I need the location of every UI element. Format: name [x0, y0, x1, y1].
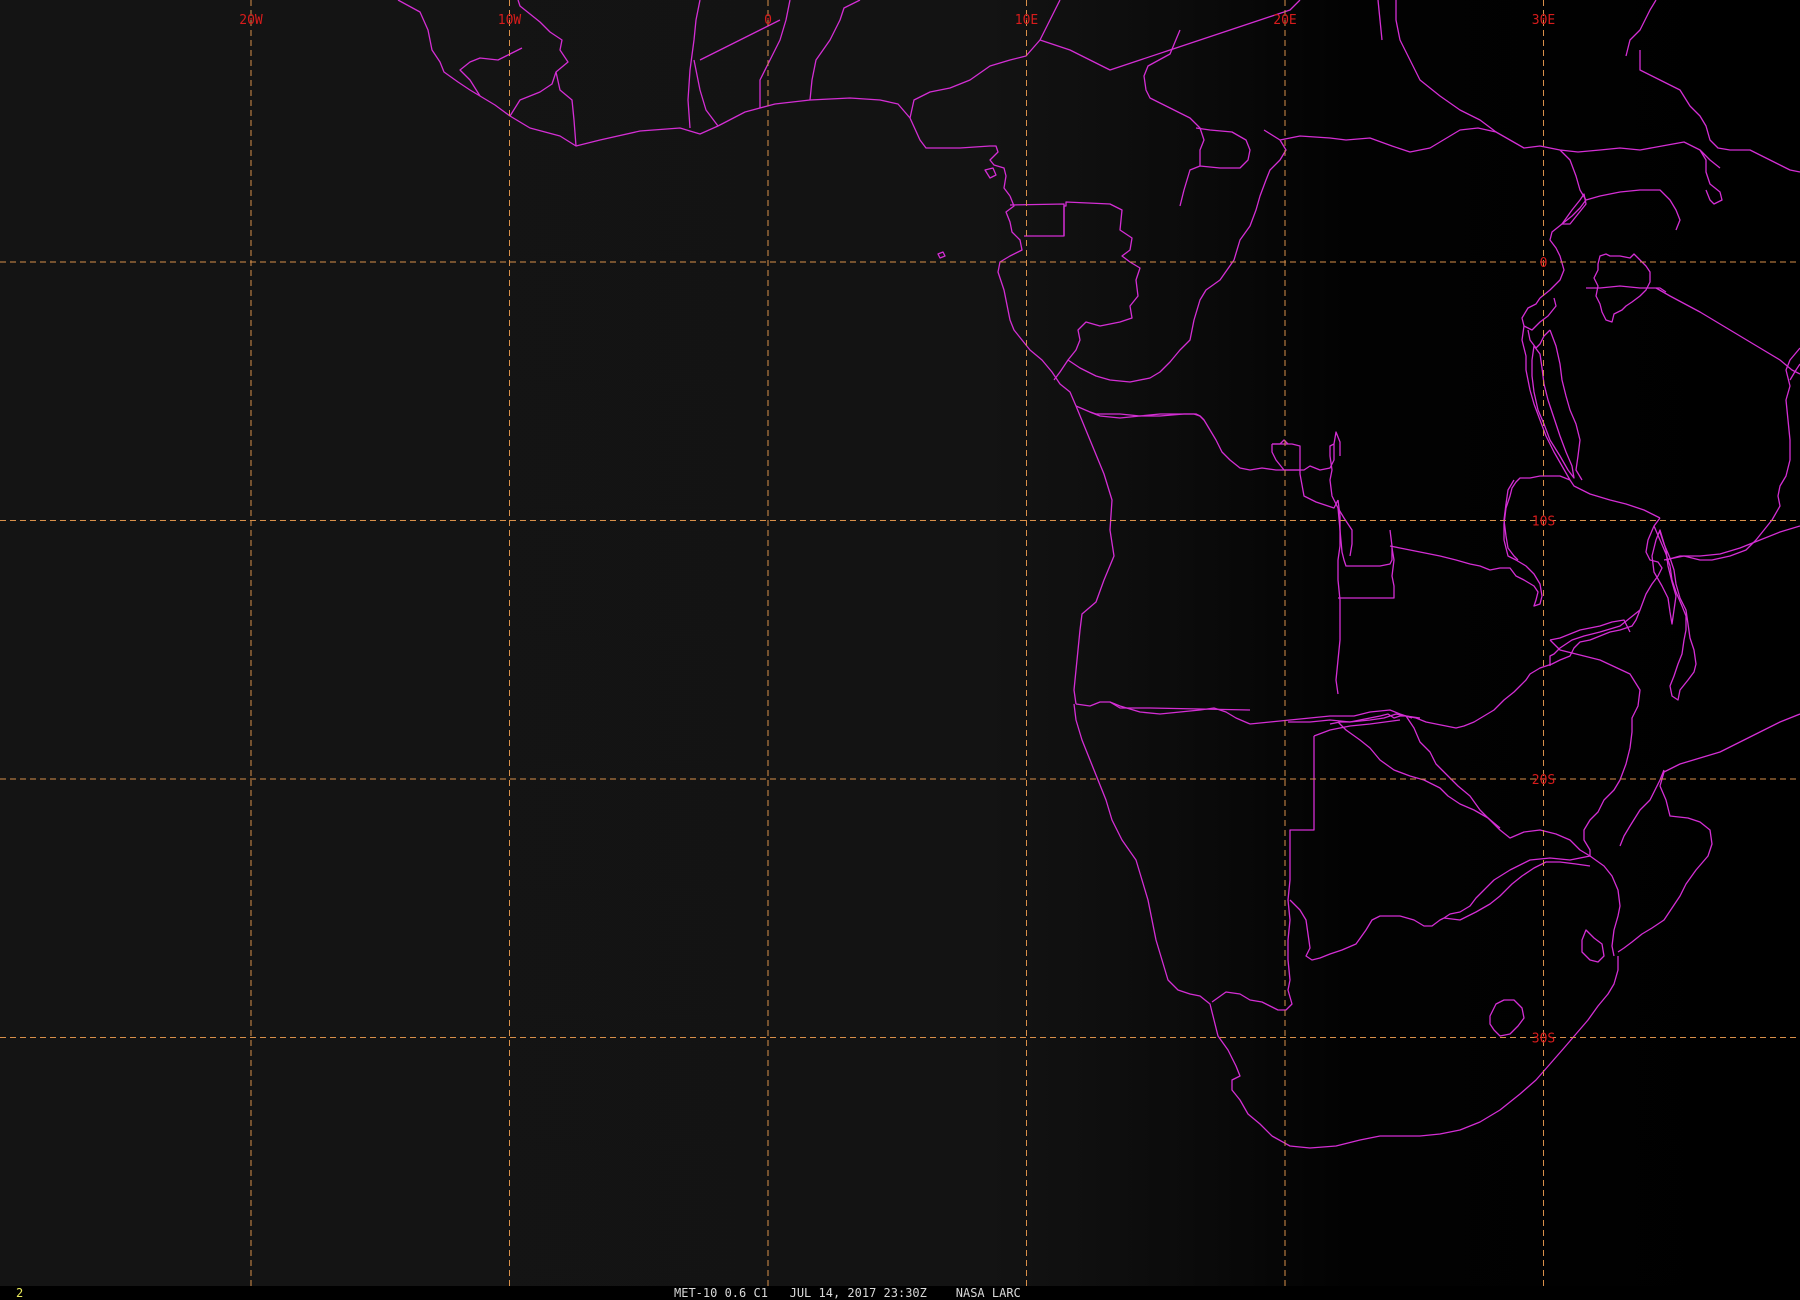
longitude-label: 10E: [1015, 13, 1038, 28]
longitude-label: 10W: [498, 13, 522, 28]
longitude-label: 30E: [1532, 13, 1555, 28]
latitude-label: 30S: [1532, 1032, 1555, 1047]
image-caption: MET-10 0.6 C1 JUL 14, 2017 23:30Z NASA L…: [674, 1286, 1021, 1300]
latitude-label: 20S: [1532, 773, 1555, 788]
latitude-label: 10S: [1532, 515, 1555, 530]
longitude-label: 0: [764, 13, 772, 28]
latitude-label: 0: [1540, 256, 1548, 271]
status-bar: 2 MET-10 0.6 C1 JUL 14, 2017 23:30Z NASA…: [0, 1286, 1800, 1300]
frame-number: 2: [16, 1286, 24, 1300]
satellite-map: 20W 10W 0 10E 20E 30E 0 10S 20S 30S: [0, 0, 1800, 1286]
satellite-image-background: [0, 0, 1800, 1286]
longitude-label: 20W: [239, 13, 263, 28]
longitude-label: 20E: [1273, 13, 1296, 28]
